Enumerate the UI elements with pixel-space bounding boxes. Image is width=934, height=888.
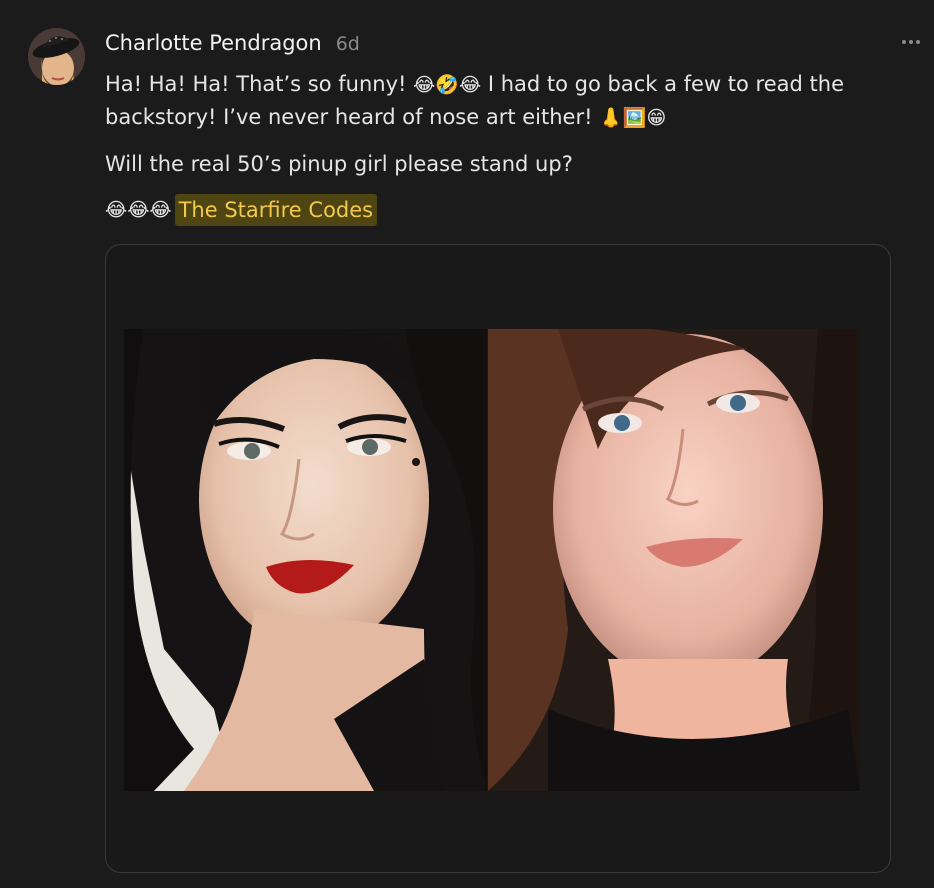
paragraph-1-text: Ha! Ha! Ha! That’s so funny! [105,72,414,96]
laughing-emoji: 😂🤣😂 [413,74,482,96]
ellipsis-icon [902,40,920,44]
post-timestamp: 6d [335,33,360,55]
paragraph-1: Ha! Ha! Ha! That’s so funny! 😂🤣😂 I had t… [105,68,895,134]
paragraph-3: 😂😂😂 The Starfire Codes [105,194,895,226]
community-tag-link[interactable]: The Starfire Codes [174,194,378,226]
author-name-text[interactable]: Charlotte Pendragon [105,31,322,55]
photo-right[interactable] [488,329,860,791]
nose-picture-grin-emoji: 👃🖼️😁 [599,107,667,129]
post-body: Ha! Ha! Ha! That’s so funny! 😂🤣😂 I had t… [105,68,895,226]
image-card[interactable] [105,244,891,873]
laughing-emoji-row: 😂😂😂 [105,199,172,221]
paragraph-2: Will the real 50’s pinup girl please sta… [105,152,573,176]
author-name[interactable]: Charlotte Pendragon 6d [105,31,360,55]
more-options-button[interactable] [898,32,924,52]
photo-left[interactable] [124,329,487,791]
avatar[interactable] [28,28,85,85]
